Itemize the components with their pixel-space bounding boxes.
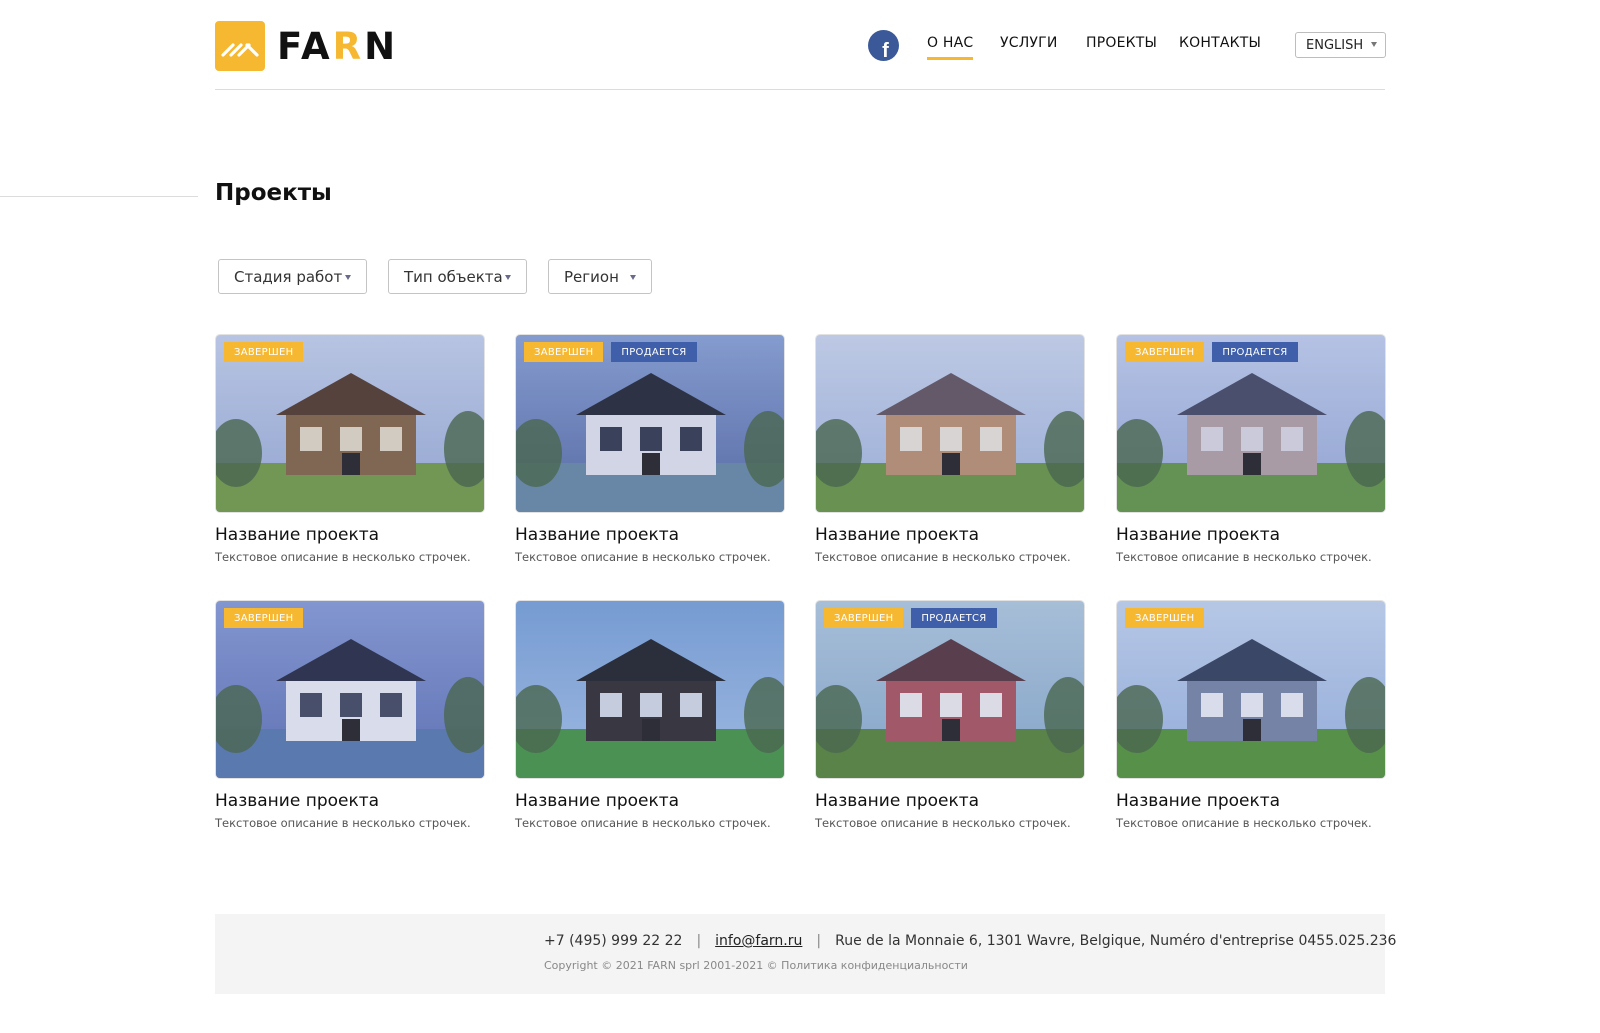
footer: +7 (495) 999 22 22 | info@farn.ru | Rue … bbox=[215, 914, 1396, 994]
language-label: ENGLISH bbox=[1306, 37, 1364, 53]
nav-projects[interactable]: ПРОЕКТЫ bbox=[1086, 35, 1157, 51]
farn-logo[interactable]: FARN bbox=[215, 21, 398, 71]
project-title[interactable]: Название проекта bbox=[815, 791, 1086, 811]
filter-object-type[interactable]: Тип объекта bbox=[388, 259, 527, 294]
filter-region[interactable]: Регион bbox=[548, 259, 652, 294]
filter-label: Регион bbox=[564, 267, 619, 286]
filter-label: Стадия работ bbox=[234, 267, 343, 286]
status-badge-for-sale: ПРОДАЕТСЯ bbox=[611, 342, 697, 362]
status-badge-completed: ЗАВЕРШЕН bbox=[1125, 608, 1205, 628]
facebook-icon[interactable]: f bbox=[868, 30, 899, 61]
status-badge-completed: ЗАВЕРШЕН bbox=[824, 608, 904, 628]
project-photo[interactable]: ЗАВЕРШЕН bbox=[215, 334, 485, 513]
chevron-down-icon bbox=[1371, 42, 1377, 47]
project-card[interactable]: Название проекта Текстовое описание в не… bbox=[515, 600, 786, 830]
project-photo[interactable]: ЗАВЕРШЕН ПРОДАЕТСЯ bbox=[1116, 334, 1386, 513]
project-card[interactable]: ЗАВЕРШЕН ПРОДАЕТСЯ Название проекта Текст… bbox=[1116, 334, 1387, 564]
project-description: Текстовое описание в несколько строчек. bbox=[815, 816, 1071, 830]
project-photo[interactable]: ЗАВЕРШЕН bbox=[1116, 600, 1386, 779]
project-description: Текстовое описание в несколько строчек. bbox=[515, 550, 771, 564]
project-description: Текстовое описание в несколько строчек. bbox=[1116, 550, 1372, 564]
footer-separator: | bbox=[816, 933, 822, 949]
logo-text-part1: FA bbox=[277, 24, 333, 68]
nav-services[interactable]: УСЛУГИ bbox=[1000, 35, 1058, 51]
filter-label: Тип объекта bbox=[404, 267, 503, 286]
project-badges: ЗАВЕРШЕН ПРОДАЕТСЯ bbox=[1125, 342, 1298, 362]
project-description: Текстовое описание в несколько строчек. bbox=[515, 816, 771, 830]
project-card[interactable]: ЗАВЕРШЕН Название проекта Текстовое опис… bbox=[1116, 600, 1387, 830]
chevron-down-icon bbox=[630, 275, 636, 280]
filter-work-stage[interactable]: Стадия работ bbox=[218, 259, 367, 294]
project-title[interactable]: Название проекта bbox=[215, 791, 486, 811]
project-title[interactable]: Название проекта bbox=[515, 525, 786, 545]
status-badge-completed: ЗАВЕРШЕН bbox=[224, 608, 304, 628]
language-select[interactable]: ENGLISH bbox=[1295, 32, 1386, 58]
footer-separator: | bbox=[696, 933, 702, 949]
project-photo[interactable] bbox=[515, 600, 785, 779]
chevron-down-icon bbox=[505, 275, 511, 280]
project-card[interactable]: ЗАВЕРШЕН Название проекта Текстовое опис… bbox=[215, 334, 486, 564]
footer-email-link[interactable]: info@farn.ru bbox=[715, 933, 802, 949]
status-badge-completed: ЗАВЕРШЕН bbox=[524, 342, 604, 362]
logo-text-part2: N bbox=[364, 24, 399, 68]
footer-address: Rue de la Monnaie 6, 1301 Wavre, Belgiqu… bbox=[835, 933, 1397, 949]
logo-roof-icon bbox=[215, 21, 265, 71]
page-title: Проекты bbox=[215, 180, 332, 206]
project-title[interactable]: Название проекта bbox=[815, 525, 1086, 545]
status-badge-for-sale: ПРОДАЕТСЯ bbox=[911, 608, 997, 628]
project-title[interactable]: Название проекта bbox=[215, 525, 486, 545]
project-card[interactable]: ЗАВЕРШЕН ПРОДАЕТСЯ Название проекта Текст… bbox=[515, 334, 786, 564]
project-description: Текстовое описание в несколько строчек. bbox=[215, 550, 471, 564]
project-badges: ЗАВЕРШЕН ПРОДАЕТСЯ bbox=[824, 608, 997, 628]
project-card[interactable]: Название проекта Текстовое описание в не… bbox=[815, 334, 1086, 564]
project-description: Текстовое описание в несколько строчек. bbox=[1116, 816, 1372, 830]
status-badge-completed: ЗАВЕРШЕН bbox=[1125, 342, 1205, 362]
chevron-down-icon bbox=[345, 275, 351, 280]
status-badge-completed: ЗАВЕРШЕН bbox=[224, 342, 304, 362]
project-title[interactable]: Название проекта bbox=[1116, 525, 1387, 545]
logo-text-accent: R bbox=[332, 24, 365, 68]
header-divider bbox=[215, 89, 1385, 90]
project-badges: ЗАВЕРШЕН ПРОДАЕТСЯ bbox=[524, 342, 697, 362]
project-title[interactable]: Название проекта bbox=[515, 791, 786, 811]
project-card[interactable]: ЗАВЕРШЕН Название проекта Текстовое опис… bbox=[215, 600, 486, 830]
title-rule bbox=[0, 196, 198, 197]
footer-phone[interactable]: +7 (495) 999 22 22 bbox=[544, 933, 682, 949]
footer-copyright: Copyright © 2021 FARN sprl 2001-2021 © П… bbox=[544, 959, 968, 972]
project-photo[interactable] bbox=[815, 334, 1085, 513]
logo-wordmark: FARN bbox=[277, 28, 398, 65]
project-description: Текстовое описание в несколько строчек. bbox=[215, 816, 471, 830]
project-badges: ЗАВЕРШЕН bbox=[224, 608, 304, 628]
project-photo[interactable]: ЗАВЕРШЕН ПРОДАЕТСЯ bbox=[515, 334, 785, 513]
project-description: Текстовое описание в несколько строчек. bbox=[815, 550, 1071, 564]
project-badges: ЗАВЕРШЕН bbox=[1125, 608, 1205, 628]
nav-about[interactable]: О НАС bbox=[927, 35, 974, 60]
footer-contacts: +7 (495) 999 22 22 | info@farn.ru | Rue … bbox=[544, 933, 1396, 949]
project-badges: ЗАВЕРШЕН bbox=[224, 342, 304, 362]
project-photo[interactable]: ЗАВЕРШЕН ПРОДАЕТСЯ bbox=[815, 600, 1085, 779]
nav-contacts[interactable]: КОНТАКТЫ bbox=[1179, 35, 1261, 51]
status-badge-for-sale: ПРОДАЕТСЯ bbox=[1212, 342, 1298, 362]
project-card[interactable]: ЗАВЕРШЕН ПРОДАЕТСЯ Название проекта Текст… bbox=[815, 600, 1086, 830]
house-photo-illustration bbox=[816, 335, 1084, 512]
house-photo-illustration bbox=[516, 601, 784, 778]
project-photo[interactable]: ЗАВЕРШЕН bbox=[215, 600, 485, 779]
project-title[interactable]: Название проекта bbox=[1116, 791, 1387, 811]
